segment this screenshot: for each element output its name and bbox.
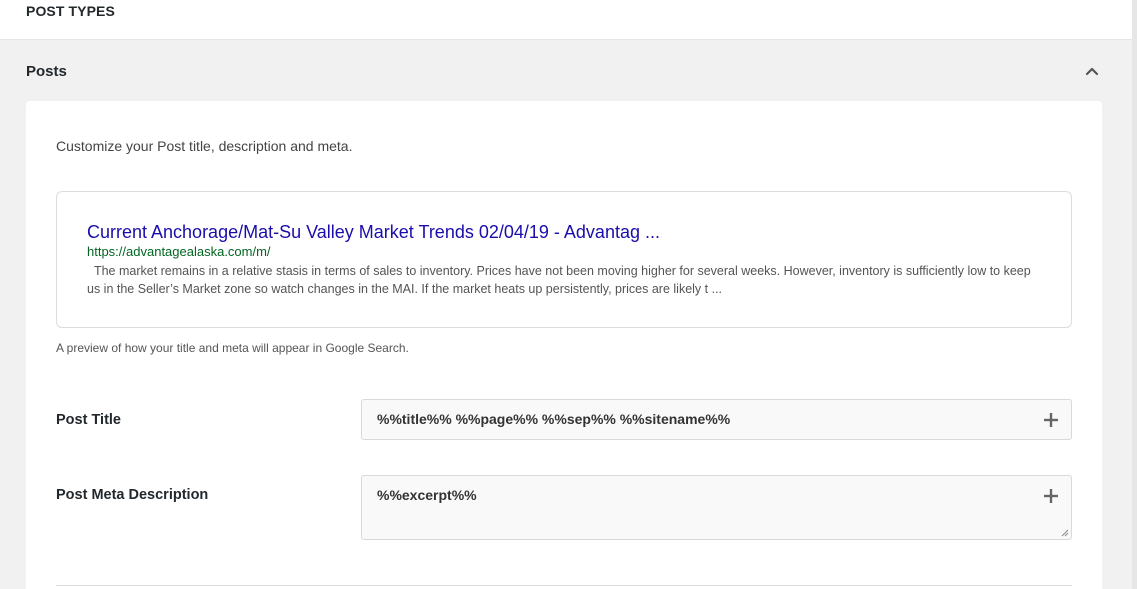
post-meta-description-textarea[interactable]: %%excerpt%% bbox=[361, 475, 1072, 540]
posts-section-toggle[interactable]: Posts bbox=[0, 41, 1132, 101]
post-title-label: Post Title bbox=[56, 412, 121, 428]
google-search-preview: Current Anchorage/Mat-Su Valley Market T… bbox=[56, 191, 1072, 328]
resize-grip-icon[interactable] bbox=[1061, 529, 1069, 537]
posts-settings-card: Customize your Post title, description a… bbox=[26, 101, 1102, 589]
preview-description-text: The market remains in a relative stasis … bbox=[87, 264, 1031, 296]
preview-note: A preview of how your title and meta wil… bbox=[56, 341, 409, 355]
post-meta-description-value: %%excerpt%% bbox=[377, 487, 477, 503]
post-title-value: %%title%% %%page%% %%sep%% %%sitename%% bbox=[377, 411, 731, 427]
post-meta-description-label: Post Meta Description bbox=[56, 487, 209, 503]
page-scrollbar[interactable] bbox=[1132, 0, 1137, 589]
settings-page: POST TYPES Posts Customize your Post tit… bbox=[0, 0, 1137, 589]
post-types-title: POST TYPES bbox=[26, 3, 115, 19]
preview-url: https://advantagealaska.com/m/ bbox=[87, 244, 271, 259]
post-title-input[interactable]: %%title%% %%page%% %%sep%% %%sitename%% bbox=[361, 399, 1072, 440]
section-divider bbox=[56, 585, 1072, 586]
preview-title[interactable]: Current Anchorage/Mat-Su Valley Market T… bbox=[87, 222, 660, 243]
chevron-up-icon[interactable] bbox=[1085, 66, 1099, 76]
post-types-header: POST TYPES bbox=[0, 0, 1132, 40]
intro-text: Customize your Post title, description a… bbox=[56, 138, 353, 154]
preview-description: The market remains in a relative stasis … bbox=[87, 262, 1047, 298]
posts-section-label: Posts bbox=[26, 63, 67, 80]
plus-icon[interactable] bbox=[1043, 412, 1059, 428]
plus-icon[interactable] bbox=[1043, 488, 1059, 504]
